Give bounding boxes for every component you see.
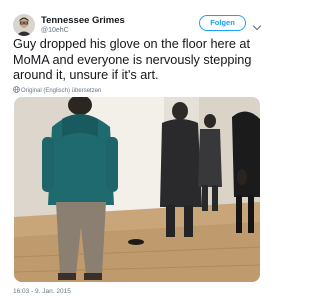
tweet-timestamp[interactable]: 16:03 - 9. Jan. 2015 <box>13 288 71 295</box>
tweet-text-line: around it, unsure if it's art. <box>13 68 159 82</box>
chevron-down-icon[interactable] <box>252 19 262 31</box>
author-avatar[interactable] <box>13 14 35 36</box>
tweet-card: Tennessee Grimes @10ehC Folgen Guy dropp… <box>0 0 275 300</box>
translate-label[interactable]: Original (Englisch) übersetzen <box>21 88 101 94</box>
tweet-text-line: MoMA and everyone is nervously stepping <box>13 52 252 67</box>
tweet-photo[interactable] <box>14 97 260 282</box>
translate-link[interactable]: Original (Englisch) übersetzen <box>13 86 101 95</box>
author-handle[interactable]: @10ehC <box>41 27 69 34</box>
follow-button[interactable]: Folgen <box>199 15 246 31</box>
tweet-text: Guy dropped his glove on the floor here … <box>13 37 271 84</box>
tweet-text-line: Guy dropped his glove on the floor here … <box>13 37 250 51</box>
author-name[interactable]: Tennessee Grimes <box>41 15 125 26</box>
globe-icon <box>13 86 20 93</box>
